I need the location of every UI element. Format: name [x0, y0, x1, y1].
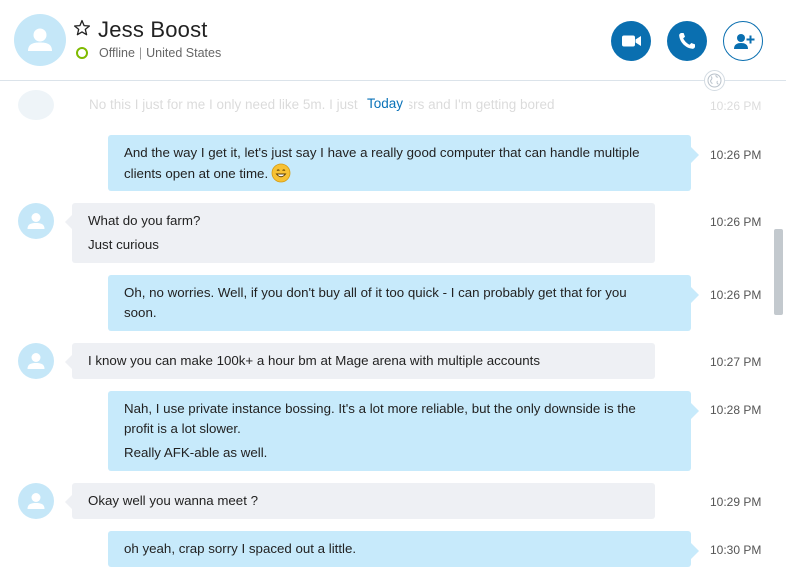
message-row-outgoing: oh yeah, crap sorry I spaced out a littl… [0, 531, 772, 567]
sender-avatar[interactable] [18, 483, 54, 519]
scrollbar-thumb[interactable] [774, 229, 783, 315]
video-call-button[interactable] [611, 21, 651, 61]
outgoing-message-bubble[interactable]: oh yeah, crap sorry I spaced out a littl… [108, 531, 699, 567]
message-row-incoming: What do you farm? Just curious 10:26 PM [0, 203, 772, 263]
message-row-outgoing: Oh, no worries. Well, if you don't buy a… [0, 275, 772, 331]
message-row-outgoing: Nah, I use private instance bossing. It'… [0, 391, 772, 471]
message-text: Oh, no worries. Well, if you don't buy a… [124, 285, 627, 300]
contact-location: United States [146, 46, 222, 60]
message-timestamp: 10:26 PM [710, 215, 762, 229]
message-text: Really AFK-able as well. [124, 445, 268, 460]
message-text: What do you farm? [88, 213, 201, 228]
message-timestamp: 10:30 PM [710, 543, 762, 557]
message-row-incoming: I know you can make 100k+ a hour bm at M… [0, 343, 772, 379]
conversation-header: Jess Boost Offline | United States [0, 0, 786, 81]
status-separator: | [138, 46, 143, 60]
message-timestamp: 10:28 PM [710, 403, 762, 417]
contact-status-line: Offline | United States [99, 46, 221, 60]
faded-message-time: 10:26 PM [710, 99, 762, 113]
outgoing-message-bubble[interactable]: Nah, I use private instance bossing. It'… [108, 391, 699, 471]
contact-avatar[interactable] [14, 14, 66, 66]
message-text: And the way I get it, let's just say I h… [124, 145, 640, 160]
message-list[interactable]: No this I just for me I only need like 5… [0, 81, 772, 588]
message-timestamp: 10:26 PM [710, 148, 762, 162]
outgoing-message-bubble[interactable]: And the way I get it, let's just say I h… [108, 135, 699, 191]
phone-icon [679, 33, 695, 49]
message-text-line: clients open at one time. [124, 163, 675, 184]
globe-icon [707, 73, 722, 88]
favorite-star-icon[interactable] [73, 19, 91, 37]
incoming-message-bubble[interactable]: What do you farm? Just curious [65, 203, 655, 263]
conversation-scrollbar[interactable] [772, 81, 786, 588]
outgoing-message-bubble[interactable]: Oh, no worries. Well, if you don't buy a… [108, 275, 699, 331]
faded-avatar [18, 90, 54, 120]
message-timestamp: 10:29 PM [710, 495, 762, 509]
message-text: Nah, I use private instance bossing. It'… [124, 401, 636, 416]
add-person-icon [734, 34, 755, 49]
message-row-incoming: Okay well you wanna meet ? 10:29 PM [0, 483, 772, 519]
skype-conversation-window: Jess Boost Offline | United States No th… [0, 0, 786, 588]
contact-name[interactable]: Jess Boost [98, 17, 208, 43]
person-icon [27, 493, 45, 509]
message-timestamp: 10:27 PM [710, 355, 762, 369]
add-participants-button[interactable] [723, 21, 763, 61]
sender-avatar[interactable] [18, 343, 54, 379]
date-separator: Today [361, 96, 410, 111]
person-icon [28, 28, 52, 51]
sender-avatar[interactable] [18, 203, 54, 239]
message-timestamp: 10:26 PM [710, 288, 762, 302]
message-text: oh yeah, crap sorry I spaced out a littl… [124, 541, 357, 556]
message-text: I know you can make 100k+ a hour bm at M… [88, 353, 540, 368]
incoming-message-bubble[interactable]: I know you can make 100k+ a hour bm at M… [65, 343, 655, 379]
message-text: soon. [124, 305, 157, 320]
incoming-message-bubble[interactable]: Okay well you wanna meet ? [65, 483, 655, 519]
translator-globe-icon[interactable] [704, 70, 725, 91]
message-text: profit is a lot slower. [124, 421, 241, 436]
message-text: clients open at one time. [124, 166, 269, 181]
message-row-outgoing: And the way I get it, let's just say I h… [0, 135, 772, 191]
person-icon [27, 213, 45, 229]
video-camera-icon [622, 35, 641, 47]
person-icon [27, 353, 45, 369]
status-indicator-icon [76, 47, 88, 59]
message-text: Just curious [88, 237, 159, 252]
audio-call-button[interactable] [667, 21, 707, 61]
grinning-face-icon [271, 163, 291, 183]
message-text: Okay well you wanna meet ? [88, 493, 258, 508]
faded-message-text: No this I just for me I only need like 5… [89, 97, 555, 112]
contact-status: Offline [99, 46, 135, 60]
